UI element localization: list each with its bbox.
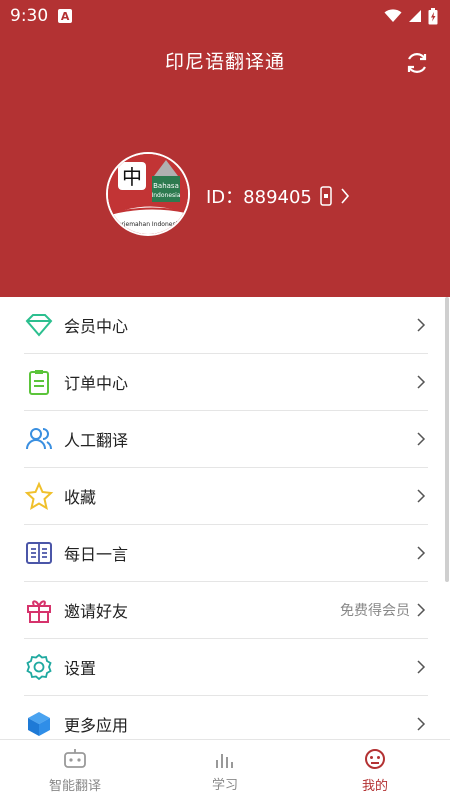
menu-item-orders[interactable]: 订单中心 xyxy=(24,354,428,411)
menu-item-label: 人工翻译 xyxy=(64,431,129,450)
bars-icon xyxy=(216,754,233,768)
cube-icon xyxy=(28,712,50,736)
svg-text:Terjemahan Indonesia: Terjemahan Indonesia xyxy=(114,221,181,228)
tab-label: 我的 xyxy=(361,779,388,794)
menu-item-label: 每日一言 xyxy=(64,545,129,564)
notification-a-icon: A xyxy=(58,9,73,23)
menu-item-label: 订单中心 xyxy=(64,374,129,393)
menu-item-human-translation[interactable]: 人工翻译 xyxy=(24,411,428,468)
tab-smart-translate[interactable]: 智能翻译 xyxy=(0,740,150,801)
scrollbar[interactable] xyxy=(445,297,449,582)
user-id-row[interactable]: ID：889405 xyxy=(206,183,350,209)
tab-label: 智能翻译 xyxy=(48,779,101,794)
svg-text:Indonesia: Indonesia xyxy=(151,192,180,199)
menu-item-vip[interactable]: 会员中心 xyxy=(24,297,428,354)
menu-item-label: 更多应用 xyxy=(64,716,129,735)
menu-item-label: 收藏 xyxy=(64,488,97,507)
app-logo-icon: 中 Bahasa Indonesia Terjemahan Indonesia xyxy=(108,154,188,234)
menu-item-daily-quote[interactable]: 每日一言 xyxy=(24,525,428,582)
gear-icon xyxy=(26,653,52,681)
wifi-icon xyxy=(384,9,402,22)
tab-mine[interactable]: 我的 xyxy=(300,740,450,801)
chevron-right-icon xyxy=(417,717,426,731)
svg-text:中: 中 xyxy=(122,165,142,189)
refresh-icon[interactable] xyxy=(404,50,430,76)
invite-hint: 免费得会员 xyxy=(340,603,410,619)
gift-icon xyxy=(27,600,51,623)
avatar[interactable]: 中 Bahasa Indonesia Terjemahan Indonesia xyxy=(106,152,190,236)
face-icon xyxy=(365,749,385,769)
chevron-right-icon xyxy=(417,546,426,560)
chevron-right-icon xyxy=(417,489,426,503)
chevron-right-icon xyxy=(341,188,349,204)
star-icon xyxy=(24,481,54,511)
profile-header: 9:30 A 印尼语翻译通 中 Bahasa Indonesia Terjema… xyxy=(0,0,450,297)
status-bar: 9:30 A xyxy=(0,0,450,32)
page-title: 印尼语翻译通 xyxy=(164,51,285,73)
chevron-right-icon xyxy=(417,318,426,332)
menu-item-label: 设置 xyxy=(64,659,97,678)
diamond-icon xyxy=(25,314,53,337)
chevron-right-icon xyxy=(417,375,426,389)
chevron-right-icon xyxy=(417,432,426,446)
menu-item-invite-friends[interactable]: 邀请好友 免费得会员 xyxy=(24,582,428,639)
menu-item-label: 邀请好友 xyxy=(64,602,129,621)
menu-item-settings[interactable]: 设置 xyxy=(24,639,428,696)
tab-learn[interactable]: 学习 xyxy=(150,740,300,801)
menu-item-label: 会员中心 xyxy=(64,317,129,336)
clipboard-icon xyxy=(29,370,49,395)
users-icon xyxy=(26,428,53,450)
menu-item-favorites[interactable]: 收藏 xyxy=(24,468,428,525)
robot-icon xyxy=(64,749,86,768)
bottom-nav: 智能翻译 学习 我的 xyxy=(0,739,450,801)
signal-icon xyxy=(409,10,421,22)
tab-label: 学习 xyxy=(211,778,238,793)
user-id: ID：889405 xyxy=(206,187,312,208)
status-time: 9:30 xyxy=(10,6,49,26)
svg-text:Bahasa: Bahasa xyxy=(153,182,179,190)
book-icon xyxy=(26,542,52,564)
battery-icon xyxy=(428,7,438,24)
chevron-right-icon xyxy=(417,603,426,617)
chevron-right-icon xyxy=(417,660,426,674)
phone-icon xyxy=(320,186,332,206)
